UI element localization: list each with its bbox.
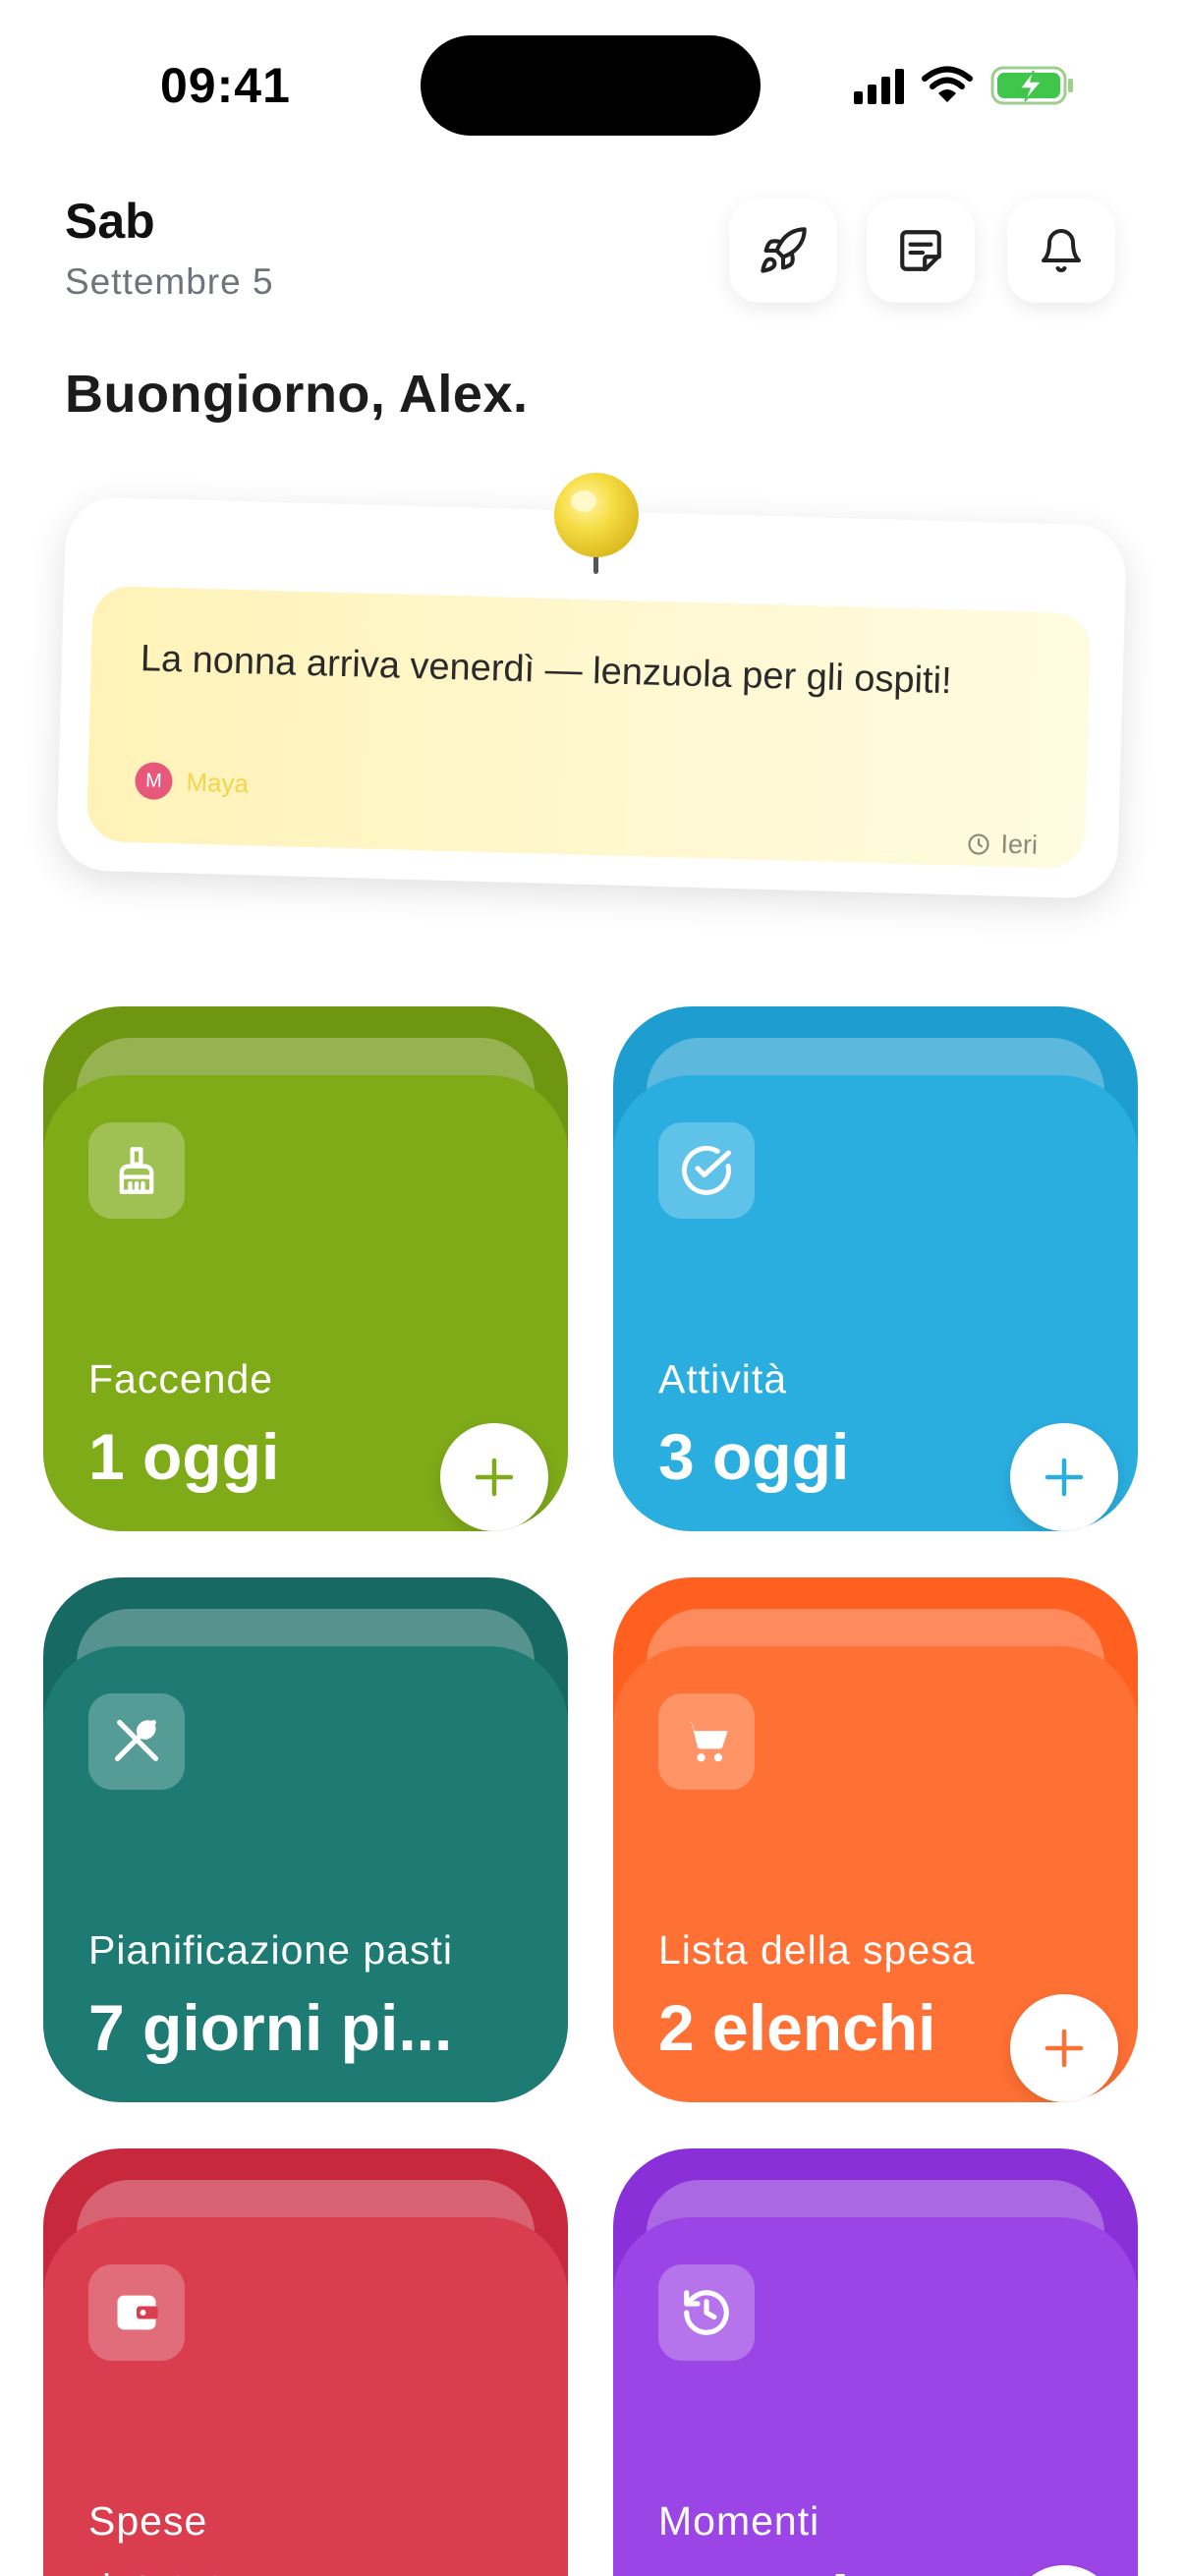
- tile-icon-box: [88, 1122, 185, 1219]
- tile-value: 1 oggi: [88, 1420, 280, 1493]
- tile-attivita[interactable]: Attività 3 oggi: [613, 1006, 1138, 1531]
- add-button[interactable]: [1010, 1423, 1118, 1531]
- date-label: Settembre 5: [65, 261, 274, 302]
- cart-icon: [681, 1716, 732, 1767]
- tile-value: 7 giorni pi...: [88, 1991, 453, 2064]
- tile-icon-box: [658, 1693, 755, 1790]
- bell-icon: [1042, 229, 1081, 272]
- signal-icon: [854, 67, 904, 104]
- tile-value: 2 elenchi: [658, 1991, 936, 2064]
- plus-icon: [475, 1458, 514, 1497]
- status-time: 09:41: [160, 58, 291, 113]
- tile-front: Attività 3 oggi: [613, 1075, 1138, 1531]
- plus-icon: [1044, 2029, 1084, 2068]
- wifi-icon: [922, 66, 973, 102]
- add-button[interactable]: [1010, 1994, 1118, 2102]
- note-time-label: Ieri: [1000, 829, 1039, 860]
- tile-label: Lista della spesa: [658, 1927, 976, 1973]
- wallet-icon: [111, 2287, 162, 2338]
- tile-lista-della-spesa[interactable]: Lista della spesa 2 elenchi: [613, 1577, 1138, 2102]
- tile-label: Pianificazione pasti: [88, 1927, 453, 1973]
- plus-icon: [1044, 1458, 1084, 1497]
- add-button[interactable]: [1010, 2565, 1118, 2576]
- day-label: Sab: [65, 194, 155, 249]
- pinned-note-body: La nonna arriva venerdì — lenzuola per g…: [85, 585, 1092, 870]
- tile-value: 1 oggi: [658, 2561, 849, 2576]
- dynamic-island: [421, 35, 761, 136]
- pinned-note-text: La nonna arriva venerdì — lenzuola per g…: [140, 638, 953, 703]
- rocket-icon: [761, 227, 807, 273]
- tile-front: Faccende 1 oggi: [43, 1075, 568, 1531]
- tile-label: Faccende: [88, 1356, 274, 1402]
- sticky-note-icon: [900, 230, 941, 271]
- tile-icon-box: [658, 2264, 755, 2361]
- tile-label: Spese: [88, 2498, 208, 2544]
- tile-icon-box: [658, 1122, 755, 1219]
- notes-button[interactable]: [867, 199, 975, 303]
- avatar: M: [134, 762, 173, 801]
- broom-icon: [111, 1145, 162, 1196]
- rocket-button[interactable]: [729, 199, 837, 303]
- history-icon: [680, 2286, 733, 2339]
- status-icons: [854, 61, 1075, 110]
- tile-icon-box: [88, 2264, 185, 2361]
- tile-value: $300 sett...: [88, 2561, 421, 2576]
- tile-label: Attività: [658, 1356, 788, 1402]
- clock-icon: [968, 832, 990, 855]
- tile-icon-box: [88, 1693, 185, 1790]
- tile-pianificazione-pasti[interactable]: Pianificazione pasti 7 giorni pi...: [43, 1577, 568, 2102]
- greeting-heading: Buongiorno, Alex.: [65, 365, 529, 424]
- check-circle-icon: [680, 1144, 733, 1197]
- utensils-icon: [111, 1716, 162, 1767]
- tile-front: Pianificazione pasti 7 giorni pi...: [43, 1646, 568, 2102]
- add-button[interactable]: [440, 1423, 548, 1531]
- battery-icon: [990, 66, 1073, 105]
- tile-momenti[interactable]: Momenti 1 oggi: [613, 2148, 1138, 2576]
- pushpin-icon: [554, 473, 639, 574]
- tile-spese[interactable]: Spese $300 sett...: [43, 2148, 568, 2576]
- tile-front: Momenti 1 oggi: [613, 2217, 1138, 2576]
- tile-front: Spese $300 sett...: [43, 2217, 568, 2576]
- note-time: Ieri: [967, 829, 1038, 861]
- status-bar: 09:41: [0, 0, 1185, 172]
- note-author-name: Maya: [186, 767, 250, 798]
- notifications-button[interactable]: [1007, 199, 1115, 303]
- tile-value: 3 oggi: [658, 1420, 850, 1493]
- tile-label: Momenti: [658, 2498, 820, 2544]
- tile-front: Lista della spesa 2 elenchi: [613, 1646, 1138, 2102]
- note-author: M Maya: [134, 762, 250, 802]
- tile-faccende[interactable]: Faccende 1 oggi: [43, 1006, 568, 1531]
